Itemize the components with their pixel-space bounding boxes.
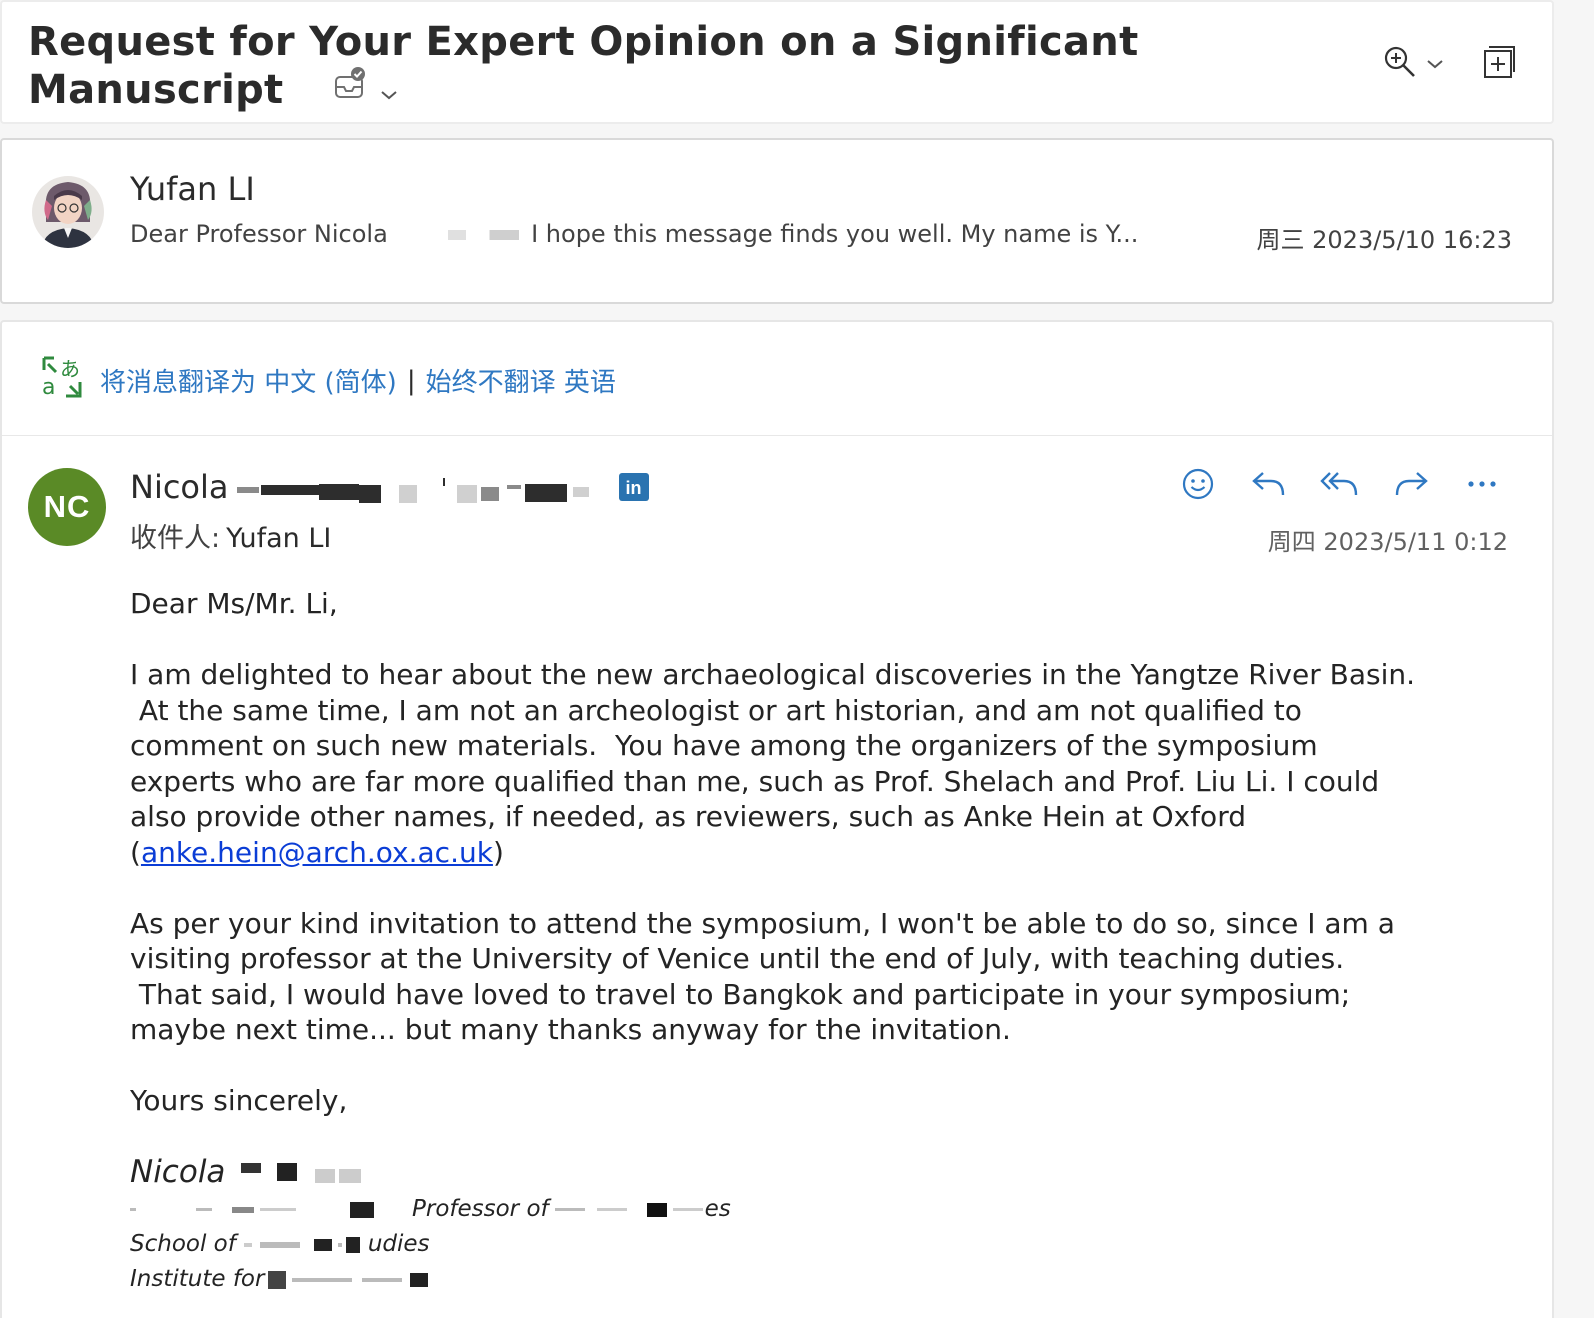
avatar: NC	[28, 468, 106, 546]
avatar	[32, 176, 104, 248]
subject-line1: Request for Your Expert Opinion on a Sig…	[28, 19, 1139, 65]
envelope-check-icon[interactable]	[334, 64, 368, 112]
message-expanded: a あ 将消息翻译为 中文 (简体) | 始终不翻译 英语 NC Nicola	[0, 320, 1554, 1318]
zoom-in-icon[interactable]	[1382, 44, 1418, 84]
paragraph: As per your kind invitation to attend th…	[130, 906, 1395, 1047]
closing: Yours sincerely,	[130, 1084, 348, 1117]
signature-name: Nicola	[130, 1154, 226, 1190]
signature: Nicola Professor of es School of udies I…	[130, 1152, 731, 1297]
translate-message-link[interactable]: 将消息翻译为 中文 (简体)	[100, 362, 397, 399]
reply-icon[interactable]	[1245, 464, 1293, 504]
subject-line2: Manuscript	[28, 67, 284, 113]
paragraph-close: )	[492, 835, 504, 869]
redacted-institute	[268, 1270, 468, 1289]
message-date: 周三 2023/5/10 16:23	[1256, 226, 1512, 254]
email-link[interactable]: anke.hein@arch.ox.ac.uk	[141, 836, 493, 869]
message-date: 周四 2023/5/11 0:12	[1267, 528, 1508, 556]
reply-all-icon[interactable]	[1316, 464, 1364, 504]
preview-start: Dear Professor Nicola	[130, 220, 388, 248]
redacted-school	[243, 1236, 368, 1253]
zoom-chevron-icon[interactable]	[1426, 55, 1444, 74]
redacted-sender	[236, 471, 589, 503]
forward-icon[interactable]	[1387, 464, 1435, 504]
to-name[interactable]: Yufan LI	[226, 523, 331, 554]
svg-text:あ: あ	[60, 357, 80, 381]
message-collapsed[interactable]: Yufan LI Dear Professor Nicola I hope th…	[0, 138, 1554, 304]
to-label: 收件人:	[130, 523, 221, 554]
open-in-new-window-icon[interactable]	[1482, 45, 1516, 83]
paragraph: I am delighted to hear about the new arc…	[130, 657, 1530, 870]
more-icon[interactable]	[1458, 464, 1506, 504]
translate-icon: a あ	[40, 356, 84, 405]
sender-line[interactable]: Nicola in	[130, 468, 649, 506]
redacted-signature	[241, 1161, 362, 1183]
chevron-down-icon[interactable]	[380, 64, 398, 112]
subject-title: Request for Your Expert Opinion on a Sig…	[28, 18, 1178, 116]
never-translate-link[interactable]: 始终不翻译 英语	[426, 362, 616, 399]
signature-institute-a: Institute for	[130, 1266, 265, 1292]
translate-bar: a あ 将消息翻译为 中文 (简体) | 始终不翻译 英语	[2, 322, 1552, 436]
greeting: Dear Ms/Mr. Li,	[130, 587, 338, 620]
svg-text:a: a	[42, 375, 55, 398]
smile-icon[interactable]	[1174, 464, 1222, 504]
separator: |	[406, 365, 416, 396]
sender-name: Nicola	[130, 468, 229, 506]
linkedin-icon[interactable]: in	[618, 473, 649, 501]
redacted-dept	[554, 1202, 705, 1217]
message-actions	[1151, 464, 1506, 504]
recipient-line: 收件人: Yufan LI	[130, 516, 331, 555]
sender-name: Yufan LI	[130, 170, 255, 208]
message-preview: Dear Professor Nicola I hope this messag…	[130, 220, 1138, 248]
signature-title-a: Professor of	[412, 1196, 549, 1222]
preview-end: I hope this message finds you well. My n…	[531, 220, 1139, 248]
signature-school-b: udies	[367, 1231, 430, 1257]
redacted-name	[401, 230, 520, 240]
signature-title-b: es	[704, 1196, 731, 1222]
redacted-title	[130, 1201, 412, 1218]
subject-header: Request for Your Expert Opinion on a Sig…	[0, 0, 1554, 124]
signature-school-a: School of	[130, 1231, 236, 1257]
message-body: Dear Ms/Mr. Li, I am delighted to hear a…	[130, 586, 1530, 1154]
